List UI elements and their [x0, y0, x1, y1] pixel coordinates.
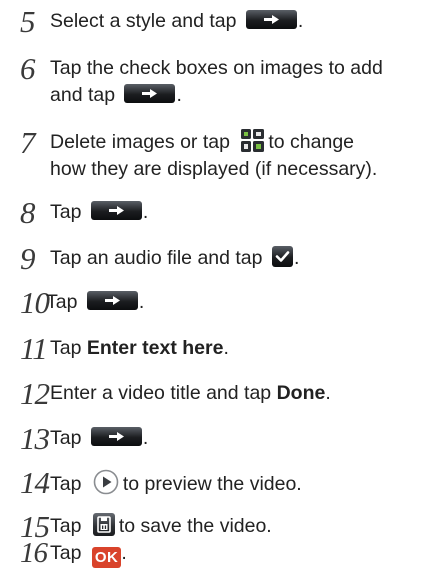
step-text: Tap the check boxes on images to add	[50, 57, 383, 79]
right-arrow-icon	[90, 201, 142, 220]
step-text: Tap	[50, 542, 82, 564]
right-arrow-icon	[86, 291, 138, 310]
right-arrow-icon	[245, 10, 297, 29]
step-number: 16	[20, 537, 48, 569]
right-arrow-icon	[124, 84, 176, 103]
step-text: Tap	[46, 291, 78, 313]
step-text: Select a style and tap	[50, 10, 237, 32]
step-text: Tap	[50, 473, 82, 495]
instruction-steps: 5 Select a style and tap . 6 Tap the che…	[20, 4, 383, 569]
step-text: Tap	[50, 337, 82, 359]
step-text: Tap	[50, 201, 82, 223]
step-text: Tap an audio file and tap	[50, 247, 263, 269]
step-text: Delete images or tap	[50, 131, 230, 153]
step-text: Enter a video title and tap	[50, 382, 272, 404]
play-icon	[93, 469, 119, 495]
ok-button: OK	[91, 547, 122, 568]
step-number: 9	[20, 241, 36, 276]
step-text: Tap	[50, 515, 82, 537]
step-number: 13	[20, 421, 50, 456]
right-arrow-icon	[90, 427, 142, 446]
save-icon	[92, 513, 115, 536]
grid-view-icon	[241, 129, 265, 152]
step-number: 6	[20, 51, 36, 86]
step-bold-text: Done	[276, 382, 326, 404]
step-number: 11	[20, 331, 48, 366]
step-number: 8	[20, 195, 36, 230]
step-number: 5	[20, 4, 36, 39]
step-text: how they are displayed (if necessary).	[50, 158, 378, 180]
step-number: 14	[20, 465, 50, 500]
step-text: and tap	[50, 84, 116, 106]
step-number: 12	[20, 376, 50, 411]
checkmark-icon	[271, 246, 293, 267]
step-bold-text: Enter text here	[86, 337, 224, 359]
step-number: 10	[20, 285, 50, 320]
step-number: 7	[20, 125, 36, 160]
step-text: Tap	[50, 427, 82, 449]
